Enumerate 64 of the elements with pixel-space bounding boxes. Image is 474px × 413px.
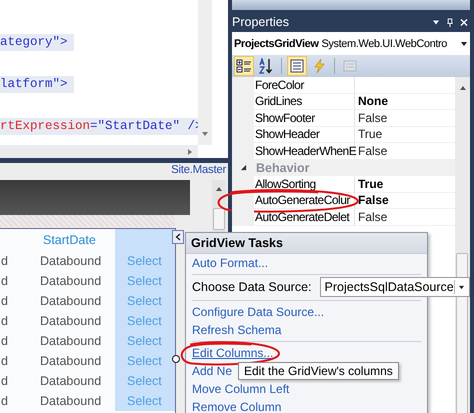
property-name: ShowHeader (254, 126, 355, 143)
task-link[interactable]: Remove Column (192, 400, 282, 413)
task-link[interactable]: Edit Columns... (192, 346, 274, 360)
row-margin (232, 77, 254, 94)
pin-icon[interactable] (446, 18, 454, 26)
table-cell-text: d (0, 273, 9, 290)
close-icon[interactable] (460, 18, 468, 26)
table-cell-text: Databound (39, 313, 102, 330)
table-cell-text: d (0, 293, 9, 310)
table-cell-text: d (0, 313, 9, 330)
table-cell-text: Databound (39, 333, 102, 350)
property-list-icon[interactable] (287, 56, 307, 76)
row-margin (232, 209, 254, 226)
column-header: StartDate (42, 232, 97, 249)
scroll-thumb[interactable] (213, 208, 225, 230)
tooltip: Edit the GridView's columns (238, 362, 399, 380)
panel-title: Properties (232, 15, 289, 29)
table-cell-text: Databound (39, 273, 102, 290)
property-name: GridLines (254, 94, 355, 110)
object-name: ProjectsGridView (234, 38, 318, 50)
task-link[interactable]: Move Column Left (192, 382, 290, 396)
table-cell-text: d (0, 373, 9, 390)
property-name: ForeColor (254, 77, 355, 94)
smart-tag-button[interactable] (172, 230, 184, 244)
task-link[interactable]: Configure Data Source... (192, 304, 324, 319)
property-name: ShowFooter (254, 110, 355, 126)
scroll-up-icon[interactable] (459, 85, 467, 91)
table-cell-text: Databound (39, 293, 102, 310)
scrollbar[interactable] (0, 145, 198, 158)
task-link[interactable]: Refresh Schema (192, 322, 282, 337)
categorized-icon[interactable] (234, 56, 254, 76)
scrollbar[interactable] (198, 0, 212, 145)
dropdown-icon[interactable] (460, 40, 468, 46)
table-cell-text: d (0, 393, 9, 410)
object-selector[interactable]: ProjectsGridView System.Web.UI.WebContro (232, 32, 470, 55)
collapse-icon[interactable] (240, 164, 246, 172)
field-label: Choose Data Source: (192, 280, 312, 294)
table-cell-text: d (0, 253, 9, 270)
table-cell-text: Databound (39, 253, 102, 270)
scrollbar[interactable] (212, 180, 226, 232)
property-name: AutoGenerateDelet (254, 209, 355, 226)
scrollbar[interactable] (455, 77, 470, 413)
category-row[interactable]: Behavior (232, 160, 455, 176)
object-type: System.Web.UI.WebContro (322, 38, 447, 50)
table-cell-text: Databound (39, 373, 102, 390)
scroll-up-icon[interactable] (215, 186, 223, 192)
table-cell-text: d (0, 333, 9, 350)
table-cell-text: Databound (39, 353, 102, 370)
row-margin (232, 192, 254, 209)
table-cell-text: d (0, 353, 9, 370)
property-name: AutoGenerateColur (254, 192, 355, 209)
panel-title: GridView Tasks (186, 233, 427, 254)
chevron-left-icon (175, 233, 181, 241)
dropdown-icon[interactable] (432, 18, 440, 26)
file-tab[interactable]: Site.Master (0, 163, 228, 179)
task-link[interactable]: Add Ne (192, 364, 232, 378)
data-source-dropdown[interactable]: ProjectsSqlDataSource (320, 277, 470, 298)
table-cell-text: Databound (39, 393, 102, 410)
category-label: Behavior (255, 160, 310, 176)
property-name: AllowSorting (254, 176, 355, 192)
task-link[interactable]: Auto Format... (192, 256, 268, 270)
scroll-down-icon[interactable] (201, 131, 209, 137)
scroll-right-icon[interactable] (187, 148, 193, 156)
dropdown-icon (458, 284, 466, 290)
